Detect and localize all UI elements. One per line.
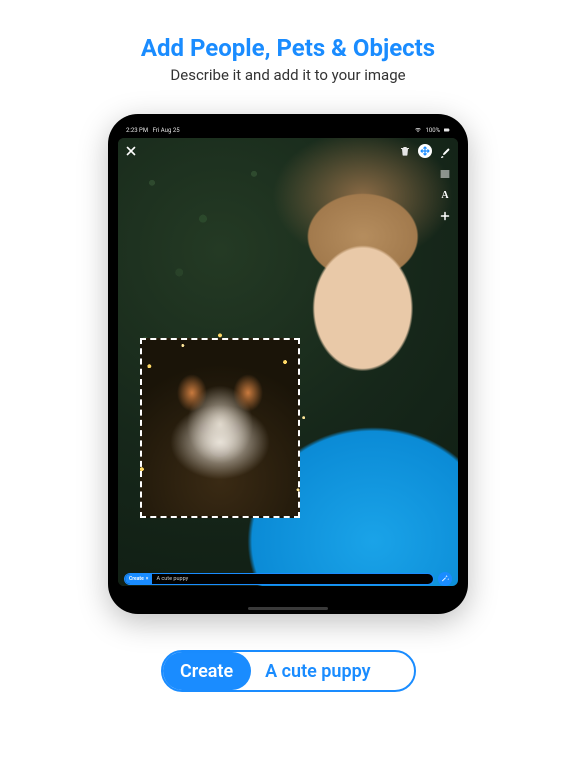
hero-title: Add People, Pets & Objects xyxy=(141,34,435,62)
trash-icon[interactable] xyxy=(398,144,412,158)
cta-pill[interactable]: Create A cute puppy xyxy=(161,650,416,692)
text-tool-icon[interactable]: A xyxy=(438,188,452,202)
editor-canvas[interactable]: A Create A cute puppy xyxy=(118,138,458,586)
prompt-mode-chip[interactable]: Create xyxy=(125,574,152,584)
battery-icon xyxy=(444,127,450,133)
brush-tool-icon[interactable] xyxy=(438,146,452,160)
status-right: 100% xyxy=(415,127,450,134)
wifi-icon xyxy=(415,127,421,133)
hero-subtitle: Describe it and add it to your image xyxy=(170,66,405,84)
home-indicator xyxy=(248,607,328,610)
selection-box[interactable] xyxy=(140,338,300,518)
move-tool-icon[interactable] xyxy=(418,144,432,158)
status-battery: 100% xyxy=(425,127,440,134)
generate-button[interactable] xyxy=(438,572,452,586)
layers-tool-icon[interactable] xyxy=(438,167,452,181)
tablet-mockup: 2:23 PM Fri Aug 25 100% xyxy=(108,114,468,614)
cta-mode-chip[interactable]: Create xyxy=(161,652,252,690)
prompt-text: A cute puppy xyxy=(152,576,188,582)
close-icon[interactable] xyxy=(124,144,138,158)
status-bar: 2:23 PM Fri Aug 25 100% xyxy=(118,126,458,138)
status-left: 2:23 PM Fri Aug 25 xyxy=(126,127,180,134)
status-date: Fri Aug 25 xyxy=(153,127,180,134)
prompt-input[interactable]: Create A cute puppy xyxy=(124,573,434,585)
add-tool-icon[interactable] xyxy=(438,209,452,223)
status-time: 2:23 PM xyxy=(126,127,148,134)
sparkle-overlay xyxy=(127,325,313,531)
cta-text: A cute puppy xyxy=(251,661,390,682)
prompt-bar: Create A cute puppy xyxy=(124,572,452,586)
